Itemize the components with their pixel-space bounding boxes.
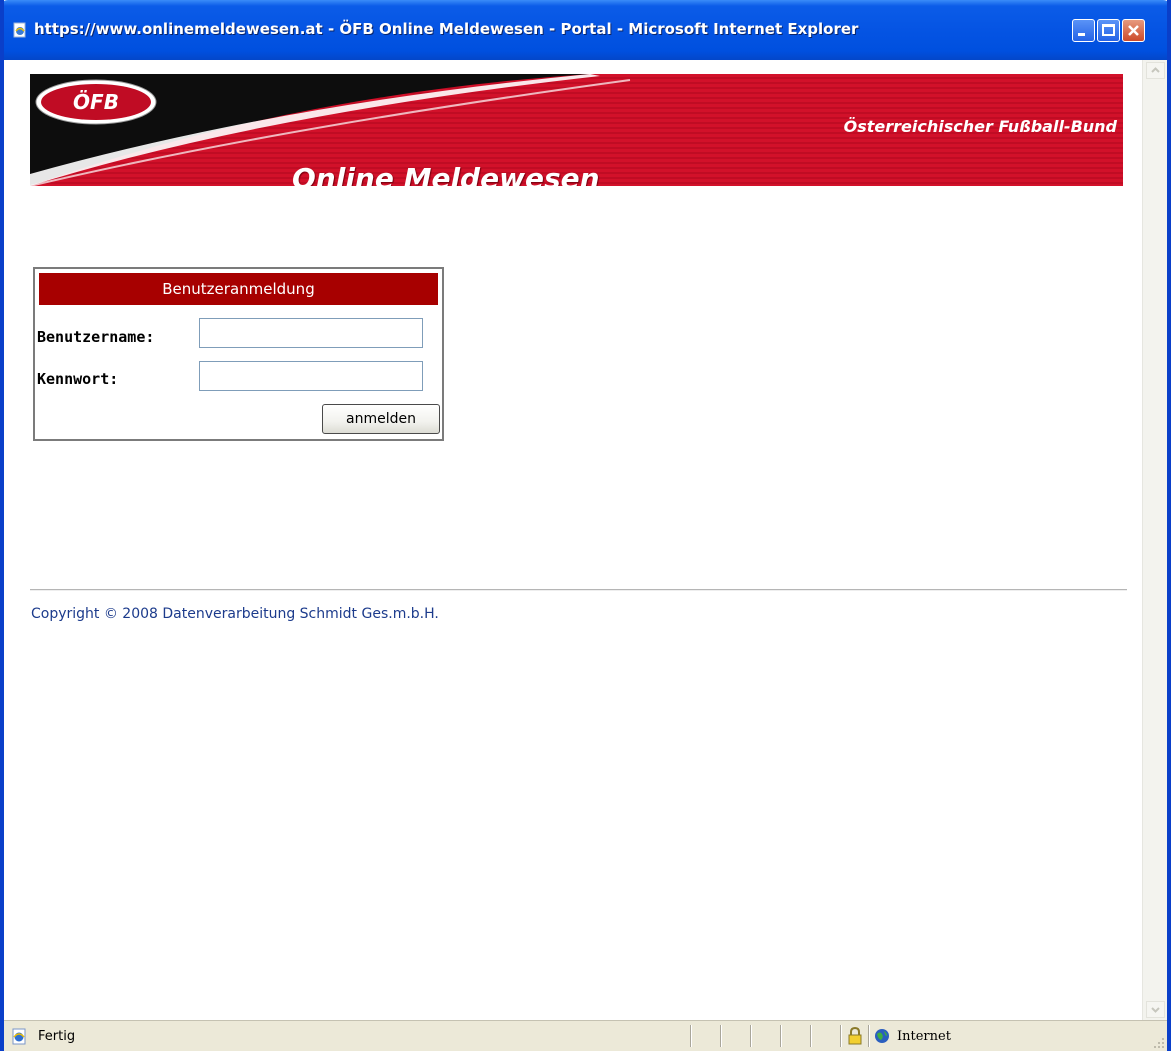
status-separator <box>868 1025 870 1047</box>
title-bar[interactable]: https://www.onlinemeldewesen.at - ÖFB On… <box>4 0 1167 60</box>
status-separator <box>690 1025 692 1047</box>
scroll-down-button[interactable] <box>1146 1001 1165 1018</box>
username-label: Benutzername: <box>37 328 155 346</box>
vertical-scrollbar[interactable] <box>1142 60 1167 1020</box>
security-zone-label: Internet <box>897 1029 951 1044</box>
login-header: Benutzeranmeldung <box>39 273 438 305</box>
login-box: Benutzeranmeldung Benutzername: Kennwort… <box>33 267 444 441</box>
app-title: Online Meldewesen <box>292 162 600 186</box>
username-input[interactable] <box>199 318 423 348</box>
federation-name: Österreichischer Fußball-Bund <box>843 117 1117 136</box>
ie-page-icon <box>13 22 26 38</box>
status-text: Fertig <box>38 1029 76 1044</box>
status-separator <box>720 1025 722 1047</box>
internet-zone-icon <box>875 1029 889 1043</box>
status-separator <box>840 1025 842 1047</box>
minimize-button[interactable] <box>1072 19 1095 42</box>
header-banner: ÖFB Österreichischer Fußball-Bund Online… <box>30 74 1123 186</box>
close-button[interactable] <box>1122 19 1145 42</box>
maximize-button[interactable] <box>1097 19 1120 42</box>
window-title: https://www.onlinemeldewesen.at - ÖFB On… <box>34 20 859 38</box>
status-separator <box>810 1025 812 1047</box>
svg-text:ÖFB: ÖFB <box>73 90 119 114</box>
close-icon <box>1128 25 1139 36</box>
status-separator <box>750 1025 752 1047</box>
chevron-up-icon <box>1151 67 1160 73</box>
lock-icon[interactable] <box>847 1027 863 1045</box>
status-separator <box>780 1025 782 1047</box>
login-button[interactable]: anmelden <box>322 404 440 434</box>
resize-grip-icon[interactable] <box>1153 1037 1165 1049</box>
oefb-logo: ÖFB <box>35 79 157 125</box>
maximize-icon <box>1102 24 1115 36</box>
chevron-down-icon <box>1151 1007 1160 1013</box>
minimize-icon <box>1078 33 1085 36</box>
scroll-up-button[interactable] <box>1146 62 1165 79</box>
footer-divider <box>30 589 1127 591</box>
copyright-text: Copyright © 2008 Datenverarbeitung Schmi… <box>31 606 439 622</box>
browser-window: https://www.onlinemeldewesen.at - ÖFB On… <box>0 0 1171 1051</box>
page-done-icon <box>12 1028 26 1045</box>
page-content: ÖFB Österreichischer Fußball-Bund Online… <box>4 60 1142 1020</box>
password-label: Kennwort: <box>37 370 119 388</box>
password-input[interactable] <box>199 361 423 391</box>
status-bar: Fertig Internet <box>4 1020 1167 1051</box>
